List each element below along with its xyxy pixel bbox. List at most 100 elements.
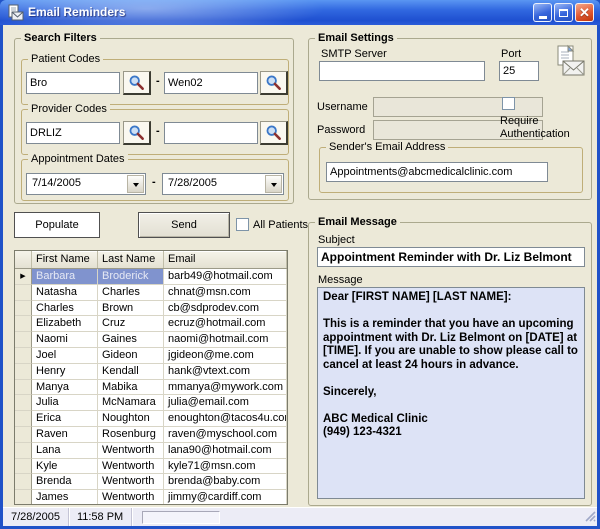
resize-grip[interactable] [583,509,596,525]
grid-cell[interactable]: julia@email.com [164,395,287,411]
provider-code-from-input[interactable] [26,122,120,144]
table-row[interactable]: ▶BarbaraBroderickbarb49@hotmail.com [15,269,287,285]
dropdown-button[interactable] [265,175,282,193]
patient-code-to-input[interactable] [164,72,258,94]
grid-cell[interactable]: Charles [32,301,98,317]
grid-cell[interactable]: Naomi [32,332,98,348]
row-selector[interactable] [15,490,32,505]
grid-cell[interactable]: Wentworth [98,443,164,459]
patient-code-from-search-button[interactable] [123,71,151,95]
grid-cell[interactable]: Rosenburg [98,427,164,443]
grid-cell[interactable]: hank@vtext.com [164,364,287,380]
grid-cell[interactable]: enoughton@tacos4u.com [164,411,287,427]
grid-cell[interactable]: Erica [32,411,98,427]
table-row[interactable]: RavenRosenburgraven@myschool.com [15,427,287,443]
grid-cell[interactable]: jgideon@me.com [164,348,287,364]
row-selector[interactable] [15,443,32,459]
row-selector[interactable] [15,427,32,443]
provider-code-from-search-button[interactable] [123,121,151,145]
all-patients-checkbox[interactable] [236,218,249,231]
row-selector[interactable] [15,285,32,301]
column-header-last-name[interactable]: Last Name [98,251,164,268]
grid-cell[interactable]: Wentworth [98,459,164,475]
table-row[interactable]: KyleWentworthkyle71@msn.com [15,459,287,475]
grid-cell[interactable]: Natasha [32,285,98,301]
grid-cell[interactable]: McNamara [98,395,164,411]
maximize-button[interactable] [554,3,573,22]
grid-cell[interactable]: Kendall [98,364,164,380]
table-row[interactable]: ManyaMabikammanya@mywork.com [15,380,287,396]
require-authentication-checkbox[interactable] [502,97,515,110]
provider-code-to-input[interactable] [164,122,258,144]
table-row[interactable]: JoelGideonjgideon@me.com [15,348,287,364]
grid-cell[interactable]: jimmy@cardiff.com [164,490,287,505]
table-row[interactable]: EricaNoughtonenoughton@tacos4u.com [15,411,287,427]
patients-grid[interactable]: First Name Last Name Email ▶BarbaraBrode… [14,250,288,505]
grid-cell[interactable]: naomi@hotmail.com [164,332,287,348]
grid-cell[interactable]: Manya [32,380,98,396]
patient-code-from-input[interactable] [26,72,120,94]
grid-cell[interactable]: brenda@baby.com [164,474,287,490]
smtp-server-input[interactable] [319,61,485,81]
column-header-first-name[interactable]: First Name [32,251,98,268]
grid-cell[interactable]: raven@myschool.com [164,427,287,443]
grid-cell[interactable]: mmanya@mywork.com [164,380,287,396]
grid-cell[interactable]: Brenda [32,474,98,490]
table-row[interactable]: CharlesBrowncb@sdprodev.com [15,301,287,317]
grid-cell[interactable]: Gideon [98,348,164,364]
row-selector[interactable] [15,364,32,380]
grid-cell[interactable]: Kyle [32,459,98,475]
grid-cell[interactable]: kyle71@msn.com [164,459,287,475]
sender-email-input[interactable] [326,162,548,182]
grid-cell[interactable]: Wentworth [98,474,164,490]
grid-cell[interactable]: Henry [32,364,98,380]
patient-code-to-search-button[interactable] [260,71,288,95]
date-to-dropdown[interactable]: 7/28/2005 [162,173,284,195]
close-button[interactable]: ✕ [575,3,594,22]
row-selector[interactable] [15,411,32,427]
row-selector[interactable] [15,380,32,396]
row-selector[interactable] [15,395,32,411]
row-selector[interactable]: ▶ [15,269,32,285]
send-button[interactable]: Send [138,212,230,238]
subject-input[interactable] [317,247,585,267]
row-selector[interactable] [15,301,32,317]
grid-cell[interactable]: Brown [98,301,164,317]
table-row[interactable]: HenryKendallhank@vtext.com [15,364,287,380]
table-row[interactable]: NaomiGainesnaomi@hotmail.com [15,332,287,348]
grid-cell[interactable]: Barbara [32,269,98,285]
populate-button[interactable]: Populate [14,212,100,238]
row-selector[interactable] [15,348,32,364]
grid-cell[interactable]: Broderick [98,269,164,285]
grid-cell[interactable]: Raven [32,427,98,443]
grid-cell[interactable]: chnat@msn.com [164,285,287,301]
table-row[interactable]: BrendaWentworthbrenda@baby.com [15,474,287,490]
table-row[interactable]: NatashaCharleschnat@msn.com [15,285,287,301]
grid-cell[interactable]: Noughton [98,411,164,427]
username-input[interactable] [373,97,543,117]
port-input[interactable] [499,61,539,81]
grid-cell[interactable]: Julia [32,395,98,411]
row-selector[interactable] [15,332,32,348]
grid-cell[interactable]: Charles [98,285,164,301]
minimize-button[interactable] [533,3,552,22]
table-row[interactable]: JuliaMcNamarajulia@email.com [15,395,287,411]
column-header-email[interactable]: Email [164,251,287,268]
table-row[interactable]: ElizabethCruzecruz@hotmail.com [15,316,287,332]
grid-cell[interactable]: barb49@hotmail.com [164,269,287,285]
row-selector[interactable] [15,316,32,332]
grid-cell[interactable]: ecruz@hotmail.com [164,316,287,332]
date-from-dropdown[interactable]: 7/14/2005 [26,173,146,195]
dropdown-button[interactable] [127,175,144,193]
grid-cell[interactable]: James [32,490,98,505]
row-selector[interactable] [15,459,32,475]
grid-cell[interactable]: cb@sdprodev.com [164,301,287,317]
grid-cell[interactable]: Joel [32,348,98,364]
message-textarea[interactable]: Dear [FIRST NAME] [LAST NAME]: This is a… [317,287,585,499]
grid-cell[interactable]: Lana [32,443,98,459]
grid-cell[interactable]: Wentworth [98,490,164,505]
table-row[interactable]: JamesWentworthjimmy@cardiff.com [15,490,287,505]
grid-cell[interactable]: lana90@hotmail.com [164,443,287,459]
grid-cell[interactable]: Gaines [98,332,164,348]
table-row[interactable]: LanaWentworthlana90@hotmail.com [15,443,287,459]
